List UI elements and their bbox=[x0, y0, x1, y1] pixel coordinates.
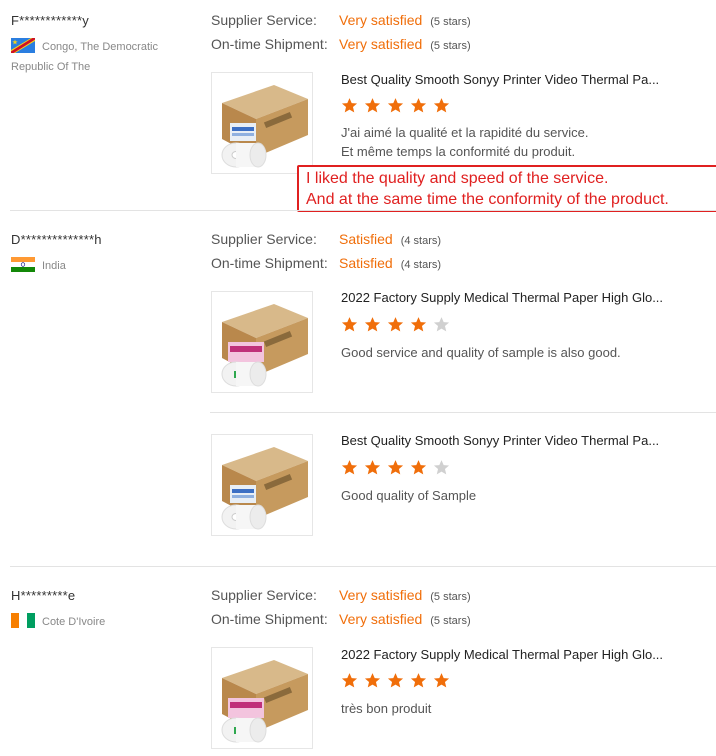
product-thumbnail bbox=[212, 648, 312, 748]
reviewer-info: H*********e Cote D'Ivoire bbox=[11, 588, 191, 632]
shipment-label: On-time Shipment: bbox=[211, 611, 328, 627]
reviewer-name: H*********e bbox=[11, 588, 76, 603]
star-filled-icon bbox=[364, 672, 381, 689]
cote-divoire-flag-icon bbox=[11, 613, 35, 628]
star-filled-icon bbox=[387, 672, 404, 689]
supplier-service-value: Very satisfied bbox=[339, 587, 423, 603]
supplier-service-label: Supplier Service: bbox=[211, 587, 317, 603]
supplier-service-rating: Supplier Service: Very satisfied (5 stars) bbox=[211, 587, 471, 605]
star-filled-icon bbox=[341, 672, 358, 689]
star-filled-icon bbox=[433, 672, 450, 689]
product-title[interactable]: 2022 Factory Supply Medical Thermal Pape… bbox=[341, 647, 663, 662]
star-filled-icon bbox=[410, 672, 427, 689]
shipment-value: Very satisfied bbox=[339, 611, 423, 627]
country-name: Cote D'Ivoire bbox=[42, 616, 106, 628]
product-rating-stars bbox=[341, 672, 456, 690]
shipment-rating: On-time Shipment: Very satisfied (5 stars) bbox=[211, 611, 471, 629]
shipment-stars: (5 stars) bbox=[430, 615, 471, 627]
reviewer-country: Cote D'Ivoire bbox=[11, 612, 191, 632]
supplier-service-stars: (5 stars) bbox=[430, 591, 471, 603]
review-comment: très bon produit bbox=[341, 701, 432, 716]
product-image[interactable] bbox=[211, 647, 313, 749]
review-card: H*********e Cote D'Ivoire Supplier Servi… bbox=[0, 0, 716, 756]
